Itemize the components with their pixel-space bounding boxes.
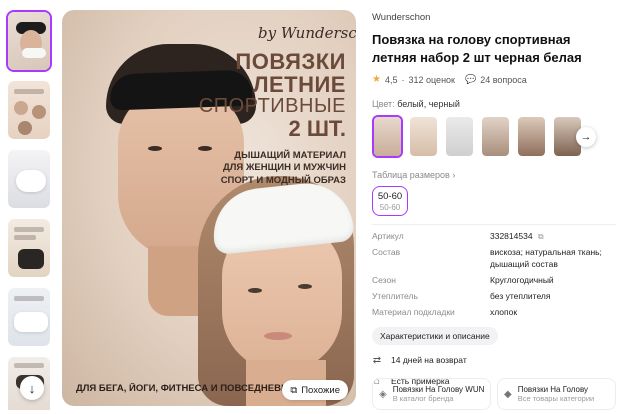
color-swatch[interactable] [444, 115, 475, 158]
specs-list: Артикул 332814534 ⧉ Состав вискоза; нату… [372, 231, 616, 318]
subtitle-line-3: СПОРТ И МОДНЫЙ ОБРАЗ [220, 174, 346, 186]
brand-script-text: by Wunderschon [258, 24, 356, 42]
details-button[interactable]: Характеристики и описание [372, 326, 498, 345]
catalog-cards: ◈ Повязки На Голову WUN В каталог бренда… [372, 378, 616, 410]
subtitle-line-2: ДЛЯ ЖЕНЩИН И МУЖЧИН [222, 162, 346, 174]
size-alt-value: 50-60 [379, 202, 401, 212]
spec-value: без утеплителя [490, 290, 551, 301]
similar-icon: ⧉ [290, 384, 298, 396]
spec-key: Материал подкладки [372, 306, 455, 317]
return-policy[interactable]: ⇄ 14 дней на возврат [372, 355, 616, 366]
headline-line-4: 2 ШТ. [288, 116, 346, 142]
spec-value: 332814534 ⧉ [490, 231, 544, 242]
color-swatch[interactable] [408, 115, 439, 158]
copy-icon[interactable]: ⧉ [538, 232, 544, 241]
subtitle-line-1: ДЫШАЩИЙ МАТЕРИАЛ [234, 150, 346, 161]
questions-count[interactable]: 24 вопроса [480, 75, 527, 85]
card-title: Повязки На Голову WUN [392, 385, 484, 394]
spec-value: вискоза; натуральная ткань; дышащий сост… [490, 247, 602, 269]
seller-link[interactable]: Wunderschon [372, 12, 616, 23]
spec-row: Артикул 332814534 ⧉ [372, 231, 616, 242]
rating-row: ★ 4,5 · 312 оценок 💬 24 вопроса [372, 74, 616, 85]
star-icon: ★ [372, 74, 381, 86]
spec-row: Состав вискоза; натуральная ткань; дышащ… [372, 247, 616, 269]
reviews-count[interactable]: 312 оценок [408, 75, 455, 85]
spec-key: Сезон [372, 274, 396, 285]
model-eye [298, 284, 312, 289]
thumbnail-4[interactable] [6, 217, 52, 279]
thumbnail-strip [6, 10, 56, 410]
card-subtitle: Все товары категории [517, 394, 595, 403]
size-value: 50-60 [377, 190, 403, 202]
spec-row: Сезон Круглогодичный [372, 275, 616, 286]
color-value: белый, черный [397, 99, 460, 110]
spec-key: Утеплитель [372, 290, 418, 301]
spec-row: Утеплитель без утеплителя [372, 291, 616, 302]
color-swatch[interactable] [372, 115, 403, 159]
image-subtitle: ДЫШАЩИЙ МАТЕРИАЛ ДЛЯ ЖЕНЩИН И МУЖЧИН СПО… [186, 150, 346, 187]
size-option[interactable]: 50-60 50-60 [372, 186, 408, 217]
model-eye [248, 288, 262, 293]
tag-icon: ◈ [379, 388, 387, 400]
chevron-right-icon: › [452, 170, 456, 181]
main-product-image[interactable]: by Wunderschon ПОВЯЗКИ ЛЕТНИЕ СПОРТИВНЫЕ… [62, 10, 356, 406]
arrow-right-icon: → [580, 131, 592, 144]
color-swatch[interactable] [480, 115, 511, 158]
scroll-down-button[interactable]: ↓ [20, 376, 44, 400]
similar-button[interactable]: ⧉ Похожие [282, 380, 348, 400]
thumbnail-3[interactable] [6, 148, 52, 210]
swatches-next-button[interactable]: → [576, 127, 596, 148]
headline-line-1: ПОВЯЗКИ [235, 49, 346, 74]
model-eye [148, 146, 162, 151]
size-table-link[interactable]: Таблица размеров › [372, 170, 616, 180]
rating-value[interactable]: 4,5 [385, 75, 398, 85]
product-title: Повязка на голову спортивная летняя набо… [372, 32, 582, 65]
questions-icon: 💬 [464, 74, 477, 85]
spec-key: Артикул [372, 231, 404, 242]
thumbnail-1[interactable] [6, 10, 52, 72]
product-info-panel: Wunderschon Повязка на голову спортивная… [372, 12, 616, 387]
color-label: Цвет: белый, черный [372, 99, 616, 109]
model-lips [264, 332, 292, 340]
spec-key: Состав [372, 247, 401, 258]
category-icon: ◆ [504, 388, 512, 400]
size-table-label: Таблица размеров [372, 170, 450, 181]
return-arrows-icon: ⇄ [372, 354, 382, 366]
image-headline: ПОВЯЗКИ ЛЕТНИЕ СПОРТИВНЫЕ 2 ШТ. [199, 50, 346, 140]
spec-value: Круглогодичный [490, 274, 554, 285]
color-swatches: → [372, 115, 616, 159]
headline-line-3: СПОРТИВНЫЕ [198, 95, 346, 118]
headline-line-2: ЛЕТНИЕ [253, 72, 346, 98]
color-swatch[interactable] [516, 115, 547, 158]
spec-row: Материал подкладки хлопок [372, 307, 616, 318]
spec-value: хлопок [490, 306, 518, 317]
divider [372, 224, 616, 226]
thumbnail-5[interactable] [6, 286, 52, 348]
arrow-down-icon: ↓ [28, 380, 36, 396]
rating-separator: · [401, 74, 405, 85]
thumbnail-2[interactable] [6, 79, 52, 141]
color-label-key: Цвет: [372, 99, 395, 110]
card-title: Повязки На Голову [517, 385, 589, 394]
category-card[interactable]: ◆ Повязки На Голову Все товары категории [497, 378, 616, 410]
card-subtitle: В каталог бренда [392, 394, 454, 403]
brand-catalog-card[interactable]: ◈ Повязки На Голову WUN В каталог бренда [372, 378, 491, 410]
article-number: 332814534 [490, 231, 533, 242]
similar-button-label: Похожие [301, 384, 340, 396]
return-policy-label: 14 дней на возврат [391, 355, 467, 366]
